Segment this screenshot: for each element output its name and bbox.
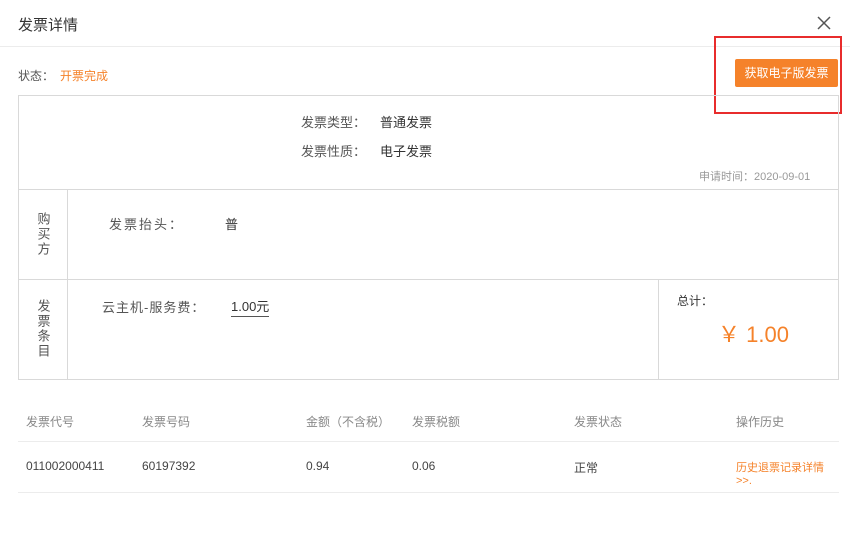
col-amount: 金额（不含税） — [306, 415, 391, 429]
buyer-section: 购买方 发票抬头： 普 — [19, 189, 838, 280]
buyer-side-label: 购买方 — [35, 211, 51, 257]
cell-invoice-number: 60197392 — [142, 459, 196, 473]
col-history: 操作历史 — [736, 415, 785, 429]
col-invoice-number: 发票号码 — [142, 415, 191, 429]
dialog-header: 发票详情 — [0, 0, 850, 47]
invoice-detail-box: 发票类型： 普通发票 发票性质： 电子发票 申请时间：2020-09-01 购买方 … — [18, 95, 839, 380]
apply-time: 申请时间：2020-09-01 — [699, 171, 811, 183]
invoice-status: 状态： 开票完成 — [18, 67, 108, 84]
item-amount: 1.00元 — [231, 296, 270, 317]
cell-tax: 0.06 — [412, 459, 436, 473]
table-header: 发票代号 发票号码 金额（不含税） 发票税额 发票状态 操作历史 — [18, 403, 839, 442]
total-label: 总计： — [677, 294, 714, 308]
table-row: 011002000411 60197392 0.94 0.06 正常 历史退票记… — [18, 442, 839, 493]
col-tax: 发票税额 — [412, 415, 461, 429]
items-side-label: 发票条目 — [35, 299, 51, 359]
item-name: 云主机-服务费： — [102, 300, 206, 315]
items-section: 发票条目 云主机-服务费： 1.00元 总计： ￥ 1.00 — [19, 279, 838, 379]
items-side: 发票条目 — [19, 279, 68, 379]
invoice-header-value: 普 — [225, 217, 239, 232]
history-link[interactable]: 历史退票记录详情>>. — [736, 459, 839, 487]
invoice-nature: 发票性质： 电子发票 — [301, 141, 432, 160]
dialog-title: 发票详情 — [18, 17, 79, 34]
cell-status: 正常 — [574, 461, 599, 475]
invoice-type-label: 发票类型： — [301, 115, 367, 130]
invoice-info-section: 发票类型： 普通发票 发票性质： 电子发票 申请时间：2020-09-01 — [19, 96, 838, 190]
status-label: 状态： — [18, 69, 55, 83]
col-invoice-code: 发票代号 — [26, 415, 75, 429]
total-value: ￥ 1.00 — [718, 322, 789, 347]
invoice-type: 发票类型： 普通发票 — [301, 112, 432, 131]
get-e-invoice-button[interactable]: 获取电子版发票 — [735, 59, 838, 87]
invoice-nature-label: 发票性质： — [301, 144, 367, 159]
cell-invoice-code: 011002000411 — [26, 459, 105, 473]
invoice-header-label: 发票抬头： — [109, 217, 185, 232]
buyer-side: 购买方 — [19, 189, 68, 279]
cell-amount: 0.94 — [306, 459, 330, 473]
status-value: 开票完成 — [60, 69, 109, 83]
total-panel: 总计： ￥ 1.00 — [658, 279, 839, 379]
invoice-type-value: 普通发票 — [380, 115, 433, 130]
invoice-nature-value: 电子发票 — [380, 144, 433, 159]
close-icon[interactable] — [814, 13, 834, 33]
col-status: 发票状态 — [574, 415, 623, 429]
